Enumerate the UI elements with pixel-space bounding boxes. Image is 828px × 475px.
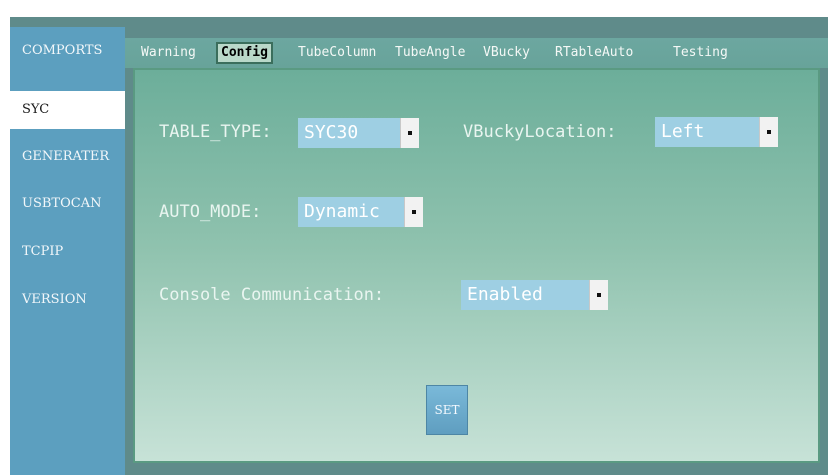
set-button[interactable]: SET	[426, 385, 468, 435]
sidebar-item-generater[interactable]: GENERATER	[10, 139, 125, 175]
console-communication-select[interactable]: Enabled	[461, 280, 608, 310]
tab-strip: Warning Config TubeColumn TubeAngle VBuc…	[125, 38, 828, 68]
tab-vbucky[interactable]: VBucky	[483, 43, 530, 63]
tab-rtableauto[interactable]: RTableAuto	[555, 43, 633, 63]
vbucky-location-value: Left	[661, 121, 705, 142]
table-type-label: TABLE_TYPE:	[159, 122, 272, 142]
tab-tubecolumn[interactable]: TubeColumn	[298, 43, 376, 63]
tab-testing[interactable]: Testing	[673, 43, 728, 63]
sidebar: COMPORTS SYC GENERATER USBTOCAN TCPIP VE…	[10, 27, 125, 475]
vbucky-location-select[interactable]: Left	[655, 117, 778, 147]
tab-config[interactable]: Config	[216, 42, 273, 64]
chevron-down-icon[interactable]	[589, 280, 608, 310]
sidebar-item-version[interactable]: VERSION	[10, 282, 125, 318]
tab-warning[interactable]: Warning	[141, 43, 196, 63]
table-type-value: SYC30	[304, 122, 359, 143]
sidebar-item-syc[interactable]: SYC	[10, 91, 125, 129]
sidebar-item-comports[interactable]: COMPORTS	[10, 33, 125, 69]
vbucky-location-label: VBuckyLocation:	[463, 122, 617, 142]
chevron-down-icon[interactable]	[400, 118, 419, 148]
sidebar-item-usbtocan[interactable]: USBTOCAN	[10, 186, 125, 222]
auto-mode-select[interactable]: Dynamic	[298, 197, 423, 227]
sidebar-item-tcpip[interactable]: TCPIP	[10, 234, 125, 270]
auto-mode-label: AUTO_MODE:	[159, 202, 262, 222]
console-communication-label: Console Communication:	[159, 285, 385, 305]
console-communication-value: Enabled	[467, 284, 543, 305]
chevron-down-icon[interactable]	[759, 117, 778, 147]
table-type-select[interactable]: SYC30	[298, 118, 419, 148]
chevron-down-icon[interactable]	[404, 197, 423, 227]
tab-tubeangle[interactable]: TubeAngle	[395, 43, 465, 63]
auto-mode-value: Dynamic	[304, 201, 380, 222]
